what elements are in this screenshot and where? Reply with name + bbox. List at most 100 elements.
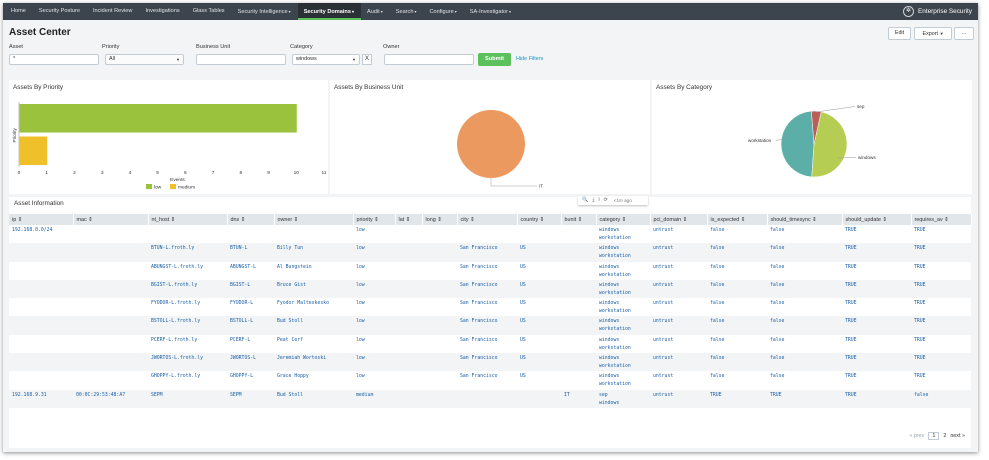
brand-label: Enterprise Security [918, 8, 972, 15]
owner-input[interactable] [384, 54, 474, 65]
table-row[interactable]: BGIST-L.froth.ly BGIST-L Bruce Gist low San … [9, 279, 971, 299]
submit-button[interactable]: Submit [478, 53, 511, 66]
search-icon[interactable]: 🔍 [582, 196, 588, 205]
info-icon[interactable]: i [598, 196, 599, 205]
column-header-ip[interactable]: ip ⇕ [9, 214, 74, 225]
clear-category-button[interactable]: X [362, 54, 372, 65]
cell-lat [395, 298, 422, 316]
column-header-dns[interactable]: dns ⇕ [227, 214, 275, 225]
asset-information-panel: Asset Information ip ⇕ mac ⇕ nt_host ⇕ dns … [9, 197, 972, 448]
chevron-down-icon: ▼ [176, 57, 180, 62]
nav-item-security-posture[interactable]: Security Posture [33, 3, 87, 20]
cell-requires-av: TRUE [914, 374, 926, 380]
cell-should-timesync: false [767, 353, 842, 372]
nav-item-configure[interactable]: Configure▾ [423, 3, 463, 20]
cell-long [422, 371, 457, 389]
cell-long [422, 298, 457, 316]
refresh-icon[interactable]: ⟳ [604, 196, 608, 205]
column-header-mac[interactable]: mac ⇕ [73, 214, 149, 225]
prev-page-link[interactable]: « prev [909, 433, 924, 439]
table-row[interactable]: JWORTOS-L.froth.ly JWORTOS-L Jeremiah Wort… [9, 353, 971, 372]
nav-item-incident-review[interactable]: Incident Review [87, 3, 140, 20]
table-row[interactable]: 192.168.0.0/24 low windows workstation untr… [9, 225, 971, 243]
caret-down-icon: ▾ [351, 9, 354, 14]
cell-dns: GHOPPY-L [230, 374, 254, 380]
export-button[interactable]: Export ▼ [914, 27, 952, 40]
column-header-country[interactable]: country ⇕ [517, 214, 562, 225]
column-header-is-expected[interactable]: is_expected ⇕ [707, 214, 768, 225]
cell-mac [73, 243, 148, 262]
cell-is-expected: TRUE [707, 389, 767, 408]
cell-country: US [517, 353, 561, 372]
app-brand[interactable]: ✲ Enterprise Security [903, 3, 972, 20]
table-row[interactable]: BTUN-L.froth.ly BTUN-L Billy Tun low San Fra… [9, 243, 971, 262]
column-header-bunit[interactable]: bunit ⇕ [561, 214, 597, 225]
column-header-nt-host[interactable]: nt_host ⇕ [148, 214, 228, 225]
category-pie-chart: windows workstation sep [748, 104, 876, 178]
table-row[interactable]: GHOPPY-L.froth.ly GHOPPY-L Grace Hoppy low S… [9, 371, 971, 389]
caret-down-icon: ▾ [414, 9, 417, 14]
column-header-long[interactable]: long ⇕ [422, 214, 458, 225]
category-select[interactable]: windows ▼ [292, 54, 360, 65]
cell-should-update: TRUE [845, 337, 857, 343]
asset-input[interactable]: * [9, 54, 99, 65]
page-1-button[interactable]: 1 [928, 432, 940, 440]
x-tick-label: 3 [101, 170, 104, 176]
cell-priority: low [356, 374, 365, 380]
cell-should-update: TRUE [845, 264, 857, 270]
top-nav-bar: Home Security Posture Incident Review Inves… [3, 3, 978, 20]
bar-medium[interactable] [19, 136, 48, 166]
cell-priority: low [356, 228, 365, 233]
hide-filters-link[interactable]: Hide Filters [516, 56, 543, 62]
slice-label: IT [539, 184, 543, 189]
cell-is-expected: false [710, 228, 725, 233]
business-unit-input[interactable] [196, 54, 286, 65]
column-header-requires-av[interactable]: requires_av ⇕ [911, 214, 972, 225]
table-row[interactable]: ABUNGST-L.froth.ly ABUNGST-L Al Bungstein l… [9, 262, 971, 280]
column-header-should-update[interactable]: should_update ⇕ [842, 214, 912, 225]
table-row[interactable]: BSTOLL-L.froth.ly BSTOLL-L Bud Stoll low San… [9, 316, 971, 335]
cell-mac [73, 225, 148, 243]
nav-item-glass-tables[interactable]: Glass Tables [187, 3, 232, 20]
cell-owner: Fyodor Malteskesko [277, 301, 329, 307]
table-row[interactable]: 192.168.9.31 00:0C:29:53:48:A7 SEPM SEPM Bud… [9, 389, 971, 408]
edit-button[interactable]: Edit [888, 27, 911, 40]
nav-item-security-intelligence[interactable]: Security Intelligence▾ [232, 3, 298, 20]
table-row[interactable]: PCERF-L.froth.ly PCERF-L Peat Cerf low San F… [9, 335, 971, 353]
cell-mac [73, 262, 148, 280]
more-actions-button[interactable]: ... [954, 27, 974, 40]
app-window: Home Security Posture Incident Review Inves… [3, 3, 978, 452]
priority-select[interactable]: All ▼ [105, 54, 184, 65]
cell-country: US [517, 279, 561, 299]
caret-down-icon: ▾ [454, 9, 457, 14]
cell-category: windows workstation [599, 374, 631, 388]
column-header-priority[interactable]: priority ⇕ [353, 214, 396, 225]
column-header-city[interactable]: city ⇕ [457, 214, 518, 225]
nav-item-search[interactable]: Search▾ [390, 3, 424, 20]
column-header-should-timesync[interactable]: should_timesync ⇕ [767, 214, 843, 225]
priority-select-value: All [109, 56, 115, 62]
cell-should-update: TRUE [842, 353, 911, 372]
nav-item-home[interactable]: Home [5, 3, 33, 20]
next-page-link[interactable]: next » [950, 433, 965, 439]
bar-low[interactable] [19, 104, 297, 133]
cell-owner: Jeremiah Wortoski [274, 353, 353, 372]
column-header-pci-domain[interactable]: pci_domain ⇕ [650, 214, 708, 225]
nav-item-security-domains[interactable]: Security Domains▾ [297, 3, 361, 20]
pie-slice-it[interactable] [457, 110, 525, 178]
nav-item-sa-investigator[interactable]: SA-Investigator▾ [464, 3, 518, 20]
nav-item-audit[interactable]: Audit▾ [361, 3, 390, 20]
cell-pci-domain: untrust [653, 264, 674, 270]
cell-pci-domain: untrust [650, 353, 707, 372]
column-header-category[interactable]: category ⇕ [596, 214, 651, 225]
column-header-lat[interactable]: lat ⇕ [395, 214, 423, 225]
download-icon[interactable]: ⤓ [592, 196, 594, 205]
pie-slice-workstation[interactable] [780, 110, 815, 178]
nav-item-investigations[interactable]: Investigations [139, 3, 186, 20]
column-header-owner[interactable]: owner ⇕ [274, 214, 354, 225]
table-row[interactable]: FYODOR-L.froth.ly FYODOR-L Fyodor Malteske… [9, 298, 971, 316]
cell-pci-domain: untrust [650, 389, 707, 408]
page-2-button[interactable]: 2 [943, 433, 946, 439]
export-label: Export [922, 31, 939, 37]
cell-requires-av: TRUE [911, 316, 971, 335]
